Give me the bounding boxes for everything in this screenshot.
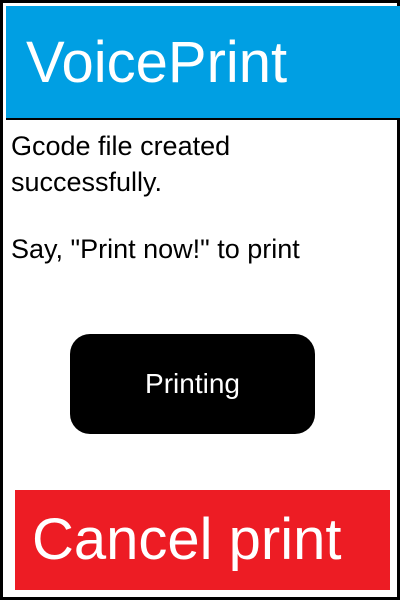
printing-button[interactable]: Printing [70,334,315,434]
app-screen: VoicePrint Gcode file created successful… [0,0,400,600]
cancel-print-button-label: Cancel print [32,507,342,572]
header-bar: VoicePrint [6,6,400,120]
message-line-2: successfully. [11,167,163,197]
message-line-1: Gcode file created [11,131,231,161]
status-message: Gcode file created successfully. Say, "P… [11,128,300,267]
message-spacer [11,200,300,231]
app-title: VoicePrint [26,30,288,95]
message-instruction: Say, "Print now!" to print [11,234,300,264]
cancel-print-button[interactable]: Cancel print [15,490,390,590]
printing-button-label: Printing [145,368,240,399]
